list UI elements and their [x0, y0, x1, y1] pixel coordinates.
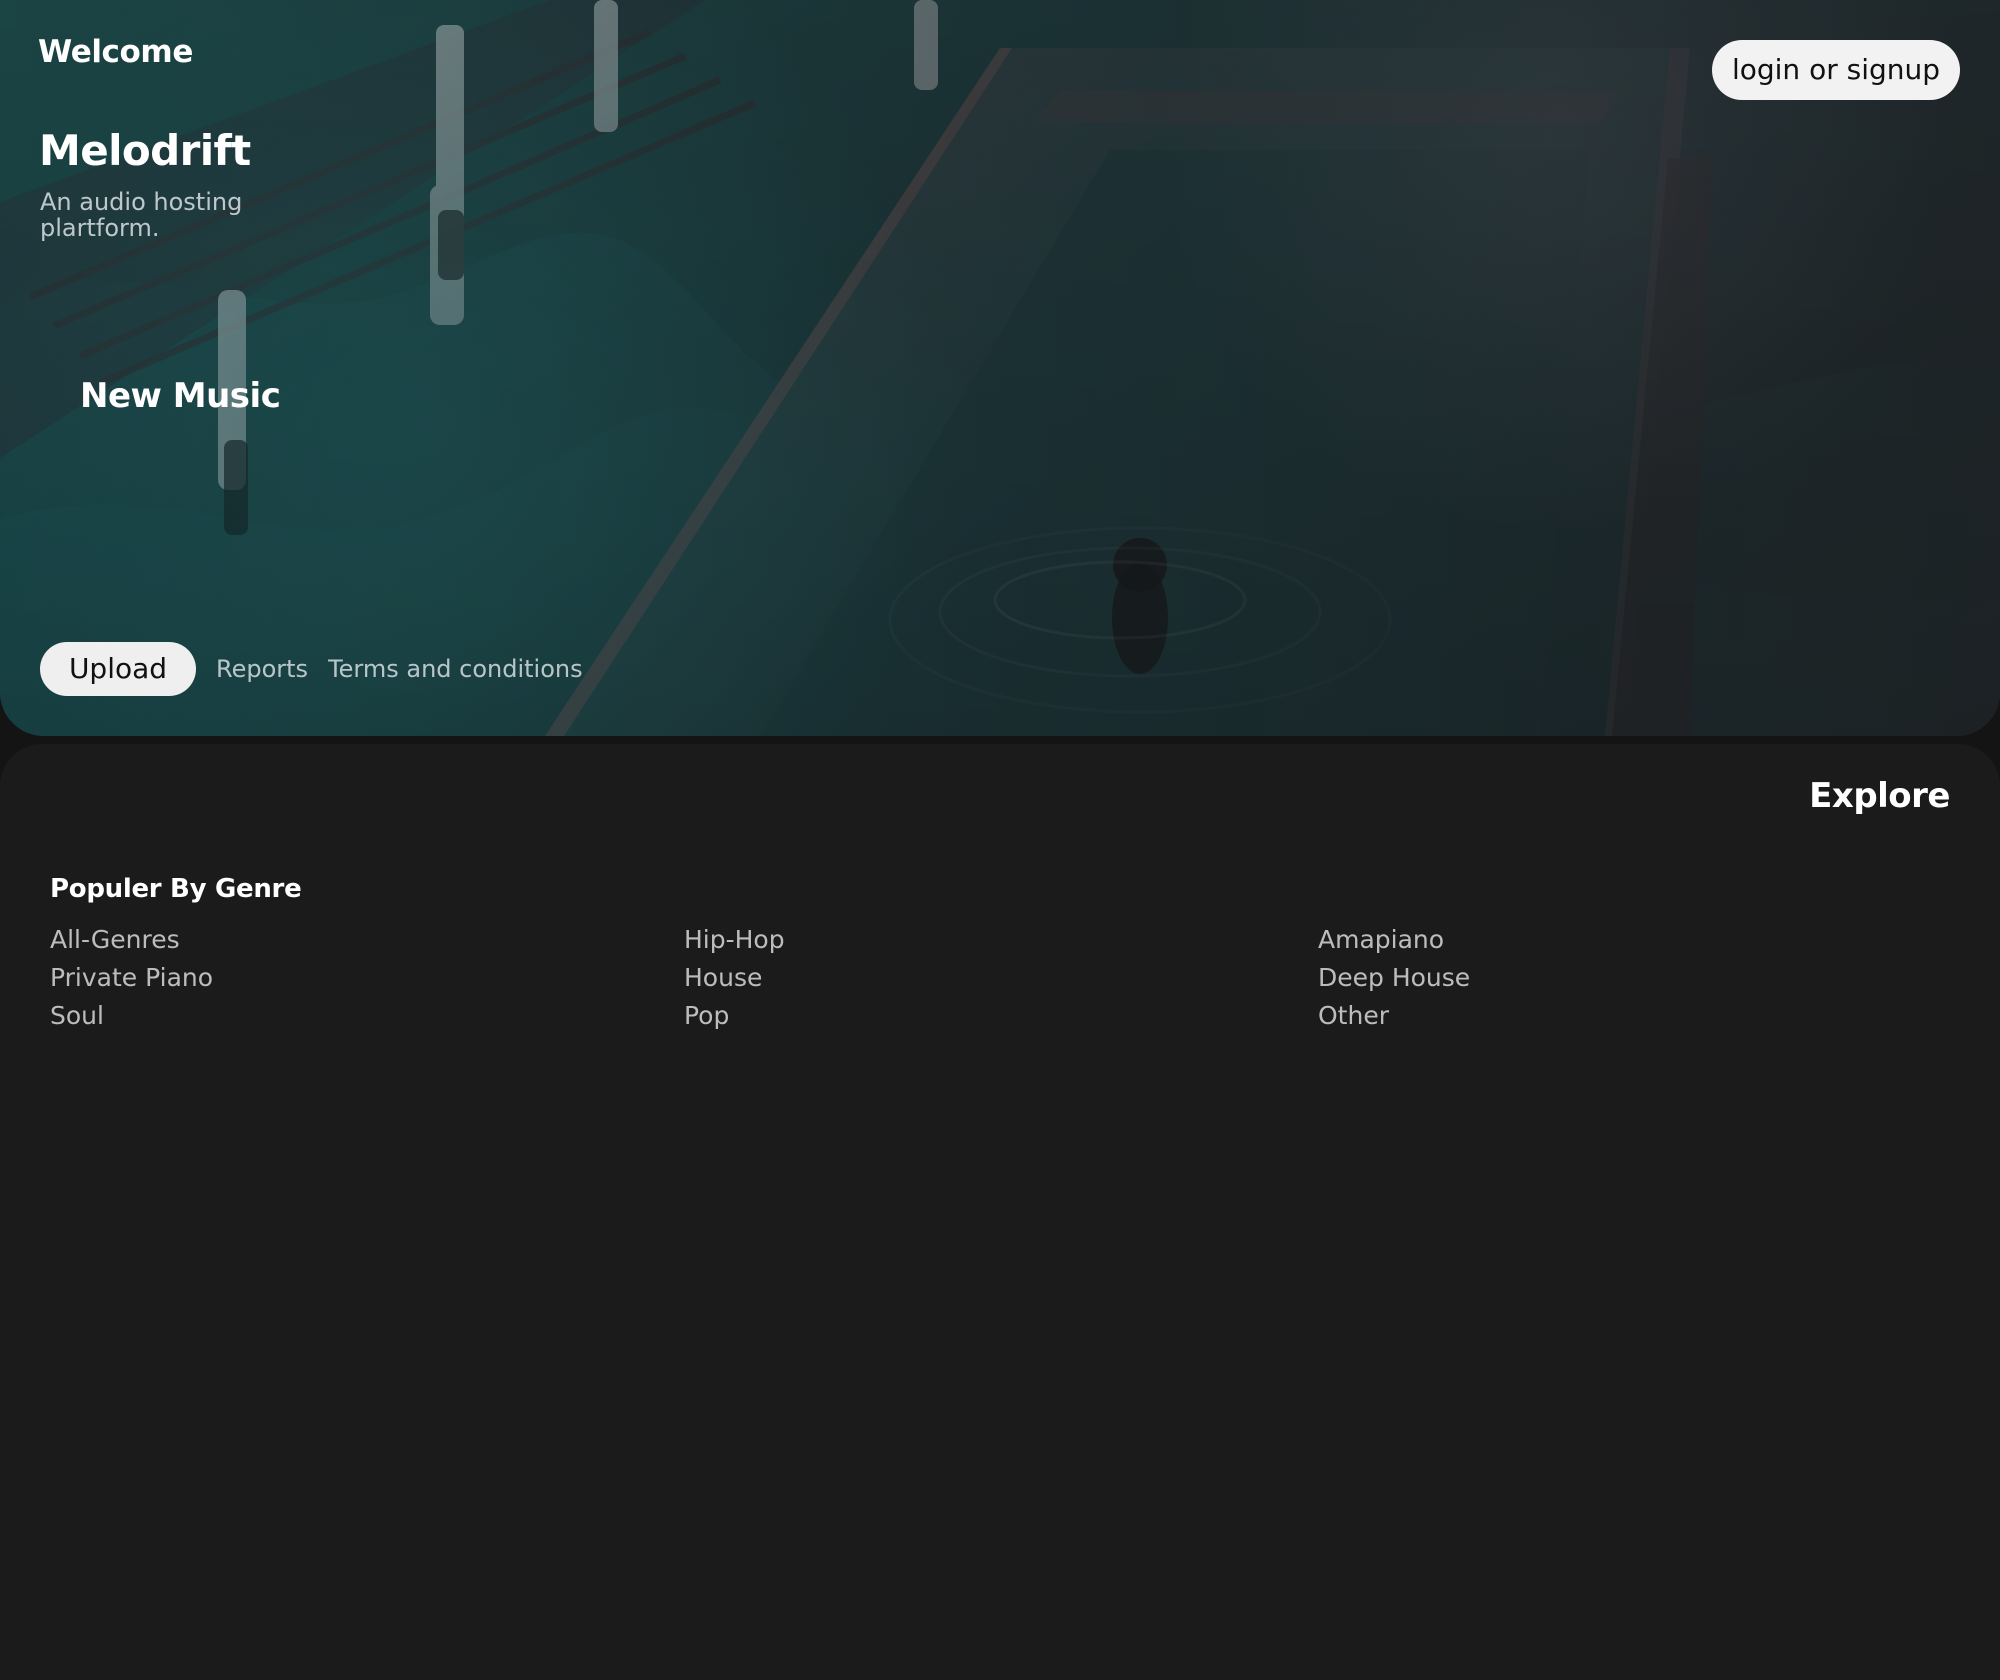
explore-title: Explore [1809, 776, 1950, 816]
popular-genre-title: Populer By Genre [50, 874, 302, 904]
genre-item-private-piano[interactable]: Private Piano [50, 965, 684, 991]
genre-item-house[interactable]: House [684, 965, 1318, 991]
terms-link[interactable]: Terms and conditions [328, 655, 583, 683]
explore-panel: Explore Populer By Genre All-Genres Hip-… [0, 744, 2000, 1680]
genre-item-soul[interactable]: Soul [50, 1003, 684, 1029]
genre-item-other[interactable]: Other [1318, 1003, 1952, 1029]
hero-banner: Welcome login or signup Melodrift An aud… [0, 0, 2000, 736]
app-page: Welcome login or signup Melodrift An aud… [0, 0, 2000, 1680]
genre-item-deep-house[interactable]: Deep House [1318, 965, 1952, 991]
login-signup-button[interactable]: login or signup [1712, 40, 1960, 100]
genre-item-all-genres[interactable]: All-Genres [50, 927, 684, 953]
brand-tagline: An audio hosting plartform. [40, 188, 243, 242]
welcome-title: Welcome [38, 34, 193, 70]
brand-title: Melodrift [39, 126, 251, 175]
reports-link[interactable]: Reports [216, 655, 308, 683]
hero-action-bar: Upload Reports Terms and conditions [40, 642, 583, 696]
hero-background-image [0, 0, 2000, 736]
genre-item-pop[interactable]: Pop [684, 1003, 1318, 1029]
genre-grid: All-Genres Hip-Hop Amapiano Private Pian… [50, 927, 1950, 1029]
new-music-title: New Music [80, 376, 281, 416]
genre-item-amapiano[interactable]: Amapiano [1318, 927, 1952, 953]
upload-button[interactable]: Upload [40, 642, 196, 696]
genre-item-hip-hop[interactable]: Hip-Hop [684, 927, 1318, 953]
